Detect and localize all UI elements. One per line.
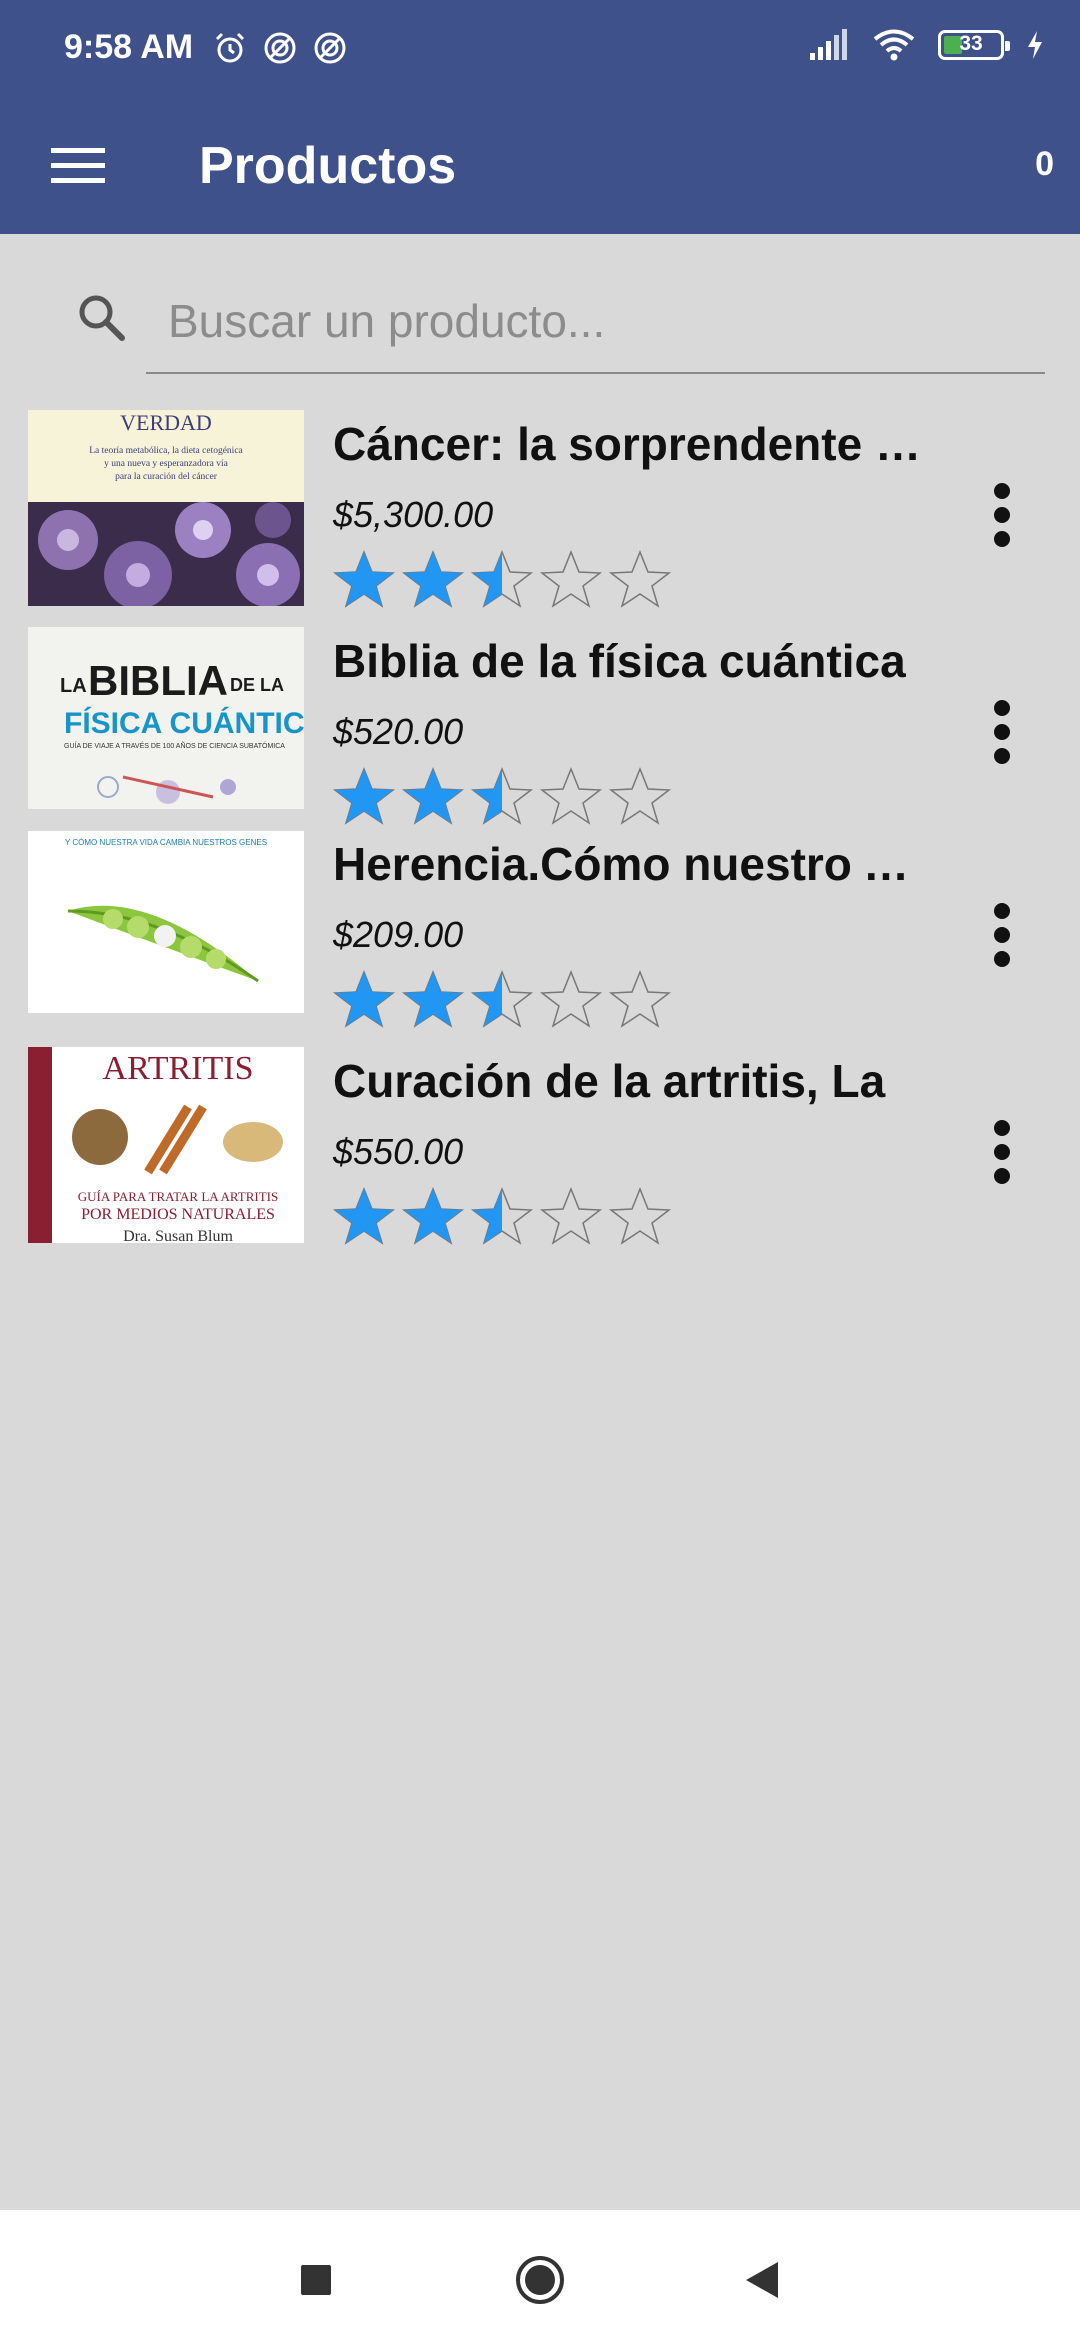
status-bar: 9:58 AM 33: [0, 0, 1080, 100]
product-price: $209.00: [333, 914, 464, 955]
system-nav-bar: [0, 2210, 1080, 2340]
star-filled-icon: [332, 969, 396, 1028]
wifi-icon: [873, 29, 915, 61]
home-icon: [516, 2256, 564, 2304]
star-filled-icon: [332, 766, 396, 825]
more-options-button[interactable]: [970, 470, 1034, 560]
svg-text:ARTRITIS: ARTRITIS: [103, 1050, 254, 1087]
product-name: Biblia de la física cuántica: [333, 635, 906, 687]
product-name: Cáncer: la sorprendente verdad: [333, 418, 933, 470]
star-filled-icon: [470, 766, 534, 825]
product-list: VERDAD La teoría metabólica, la dieta ce…: [0, 410, 1080, 1250]
star-filled-icon: [470, 1186, 534, 1245]
product-cover: ARTRITIS GUÍA PARA TRATAR LA ARTRITIS PO…: [28, 1047, 304, 1243]
star-empty-icon: [608, 1186, 672, 1245]
more-vert-icon: [994, 483, 1010, 499]
product-rating: [331, 765, 676, 827]
battery-level: 33: [959, 32, 983, 55]
star-filled-icon: [401, 766, 465, 825]
list-item[interactable]: Y CÓMO NUESTRA VIDA CAMBIA NUESTROS GENE…: [0, 830, 1080, 1040]
product-name: Herencia.Cómo nuestro ADN: [333, 838, 933, 890]
battery-icon: 33: [938, 30, 1010, 60]
product-rating: [331, 1185, 676, 1247]
star-filled-icon: [401, 969, 465, 1028]
do-not-disturb-icon: [314, 32, 346, 64]
list-item[interactable]: LA BIBLIA DE LA FÍSICA CUÁNTICA GUÍA DE …: [0, 627, 1080, 837]
product-cover: VERDAD La teoría metabólica, la dieta ce…: [28, 410, 304, 606]
svg-text:POR MEDIOS NATURALES: POR MEDIOS NATURALES: [81, 1206, 275, 1223]
star-empty-icon: [539, 969, 603, 1028]
star-filled-icon: [401, 549, 465, 608]
alarm-icon: [215, 32, 245, 63]
svg-text:GUÍA PARA TRATAR LA ARTRITIS: GUÍA PARA TRATAR LA ARTRITIS: [78, 1189, 278, 1204]
app-bar: Productos 0: [0, 100, 1080, 234]
product-price: $5,300.00: [333, 494, 494, 535]
product-price: $520.00: [333, 711, 464, 752]
svg-text:VERDAD: VERDAD: [120, 410, 212, 435]
recents-button[interactable]: [281, 2245, 351, 2315]
signal-icon: [810, 29, 847, 60]
star-filled-icon: [470, 969, 534, 1028]
star-empty-icon: [539, 549, 603, 608]
svg-text:FÍSICA CUÁNTICA: FÍSICA CUÁNTICA: [64, 706, 304, 740]
product-price: $550.00: [333, 1131, 464, 1172]
more-options-button[interactable]: [970, 687, 1034, 777]
search-input[interactable]: [146, 270, 1045, 374]
svg-text:para la curación del cáncer: para la curación del cáncer: [115, 472, 218, 482]
back-icon: [746, 2262, 778, 2298]
star-empty-icon: [539, 1186, 603, 1245]
top-bar: 9:58 AM 33 Productos 0: [0, 0, 1080, 234]
svg-text:DE LA: DE LA: [230, 675, 284, 695]
more-vert-icon: [994, 1120, 1010, 1136]
list-item[interactable]: ARTRITIS GUÍA PARA TRATAR LA ARTRITIS PO…: [0, 1047, 1080, 1257]
star-empty-icon: [539, 766, 603, 825]
svg-text:BIBLIA: BIBLIA: [88, 657, 228, 704]
page-title: Productos: [199, 137, 457, 195]
menu-button[interactable]: [40, 128, 116, 204]
home-button[interactable]: [505, 2245, 575, 2315]
search-icon: [79, 295, 125, 341]
star-empty-icon: [608, 549, 672, 608]
star-filled-icon: [401, 1186, 465, 1245]
status-icons-left: [212, 30, 348, 66]
svg-text:y una nueva y esperanzadora ví: y una nueva y esperanzadora vía: [104, 459, 228, 469]
charging-icon: [1028, 31, 1042, 59]
recents-icon: [301, 2265, 331, 2295]
star-filled-icon: [332, 549, 396, 608]
svg-text:LA: LA: [60, 675, 87, 697]
svg-text:Dra. Susan Blum: Dra. Susan Blum: [123, 1228, 233, 1243]
more-options-button[interactable]: [970, 890, 1034, 980]
more-options-button[interactable]: [970, 1107, 1034, 1197]
product-rating: [331, 968, 676, 1030]
cart-count[interactable]: 0: [1035, 134, 1054, 194]
product-cover: LA BIBLIA DE LA FÍSICA CUÁNTICA GUÍA DE …: [28, 627, 304, 809]
star-filled-icon: [470, 549, 534, 608]
back-button[interactable]: [726, 2245, 796, 2315]
more-vert-icon: [994, 700, 1010, 716]
svg-text:La teoría metabólica, la dieta: La teoría metabólica, la dieta cetogénic…: [89, 446, 243, 456]
star-empty-icon: [608, 766, 672, 825]
search-bar: [60, 270, 1045, 378]
star-empty-icon: [608, 969, 672, 1028]
svg-text:Y CÓMO NUESTRA VIDA CAMBIA NUE: Y CÓMO NUESTRA VIDA CAMBIA NUESTROS GENE…: [65, 838, 267, 847]
product-name: Curación de la artritis, La: [333, 1055, 886, 1107]
star-filled-icon: [332, 1186, 396, 1245]
svg-text:GUÍA DE VIAJE A TRAVÉS DE 100: GUÍA DE VIAJE A TRAVÉS DE 100 AÑOS DE CI…: [64, 741, 285, 750]
status-icons-right: 33: [808, 28, 1044, 62]
do-not-disturb-icon: [264, 32, 296, 64]
hamburger-menu-icon: [51, 148, 105, 183]
product-rating: [331, 548, 676, 610]
status-time: 9:58 AM: [64, 28, 194, 66]
more-vert-icon: [994, 903, 1010, 919]
product-cover: Y CÓMO NUESTRA VIDA CAMBIA NUESTROS GENE…: [28, 831, 304, 1013]
list-item[interactable]: VERDAD La teoría metabólica, la dieta ce…: [0, 410, 1080, 620]
